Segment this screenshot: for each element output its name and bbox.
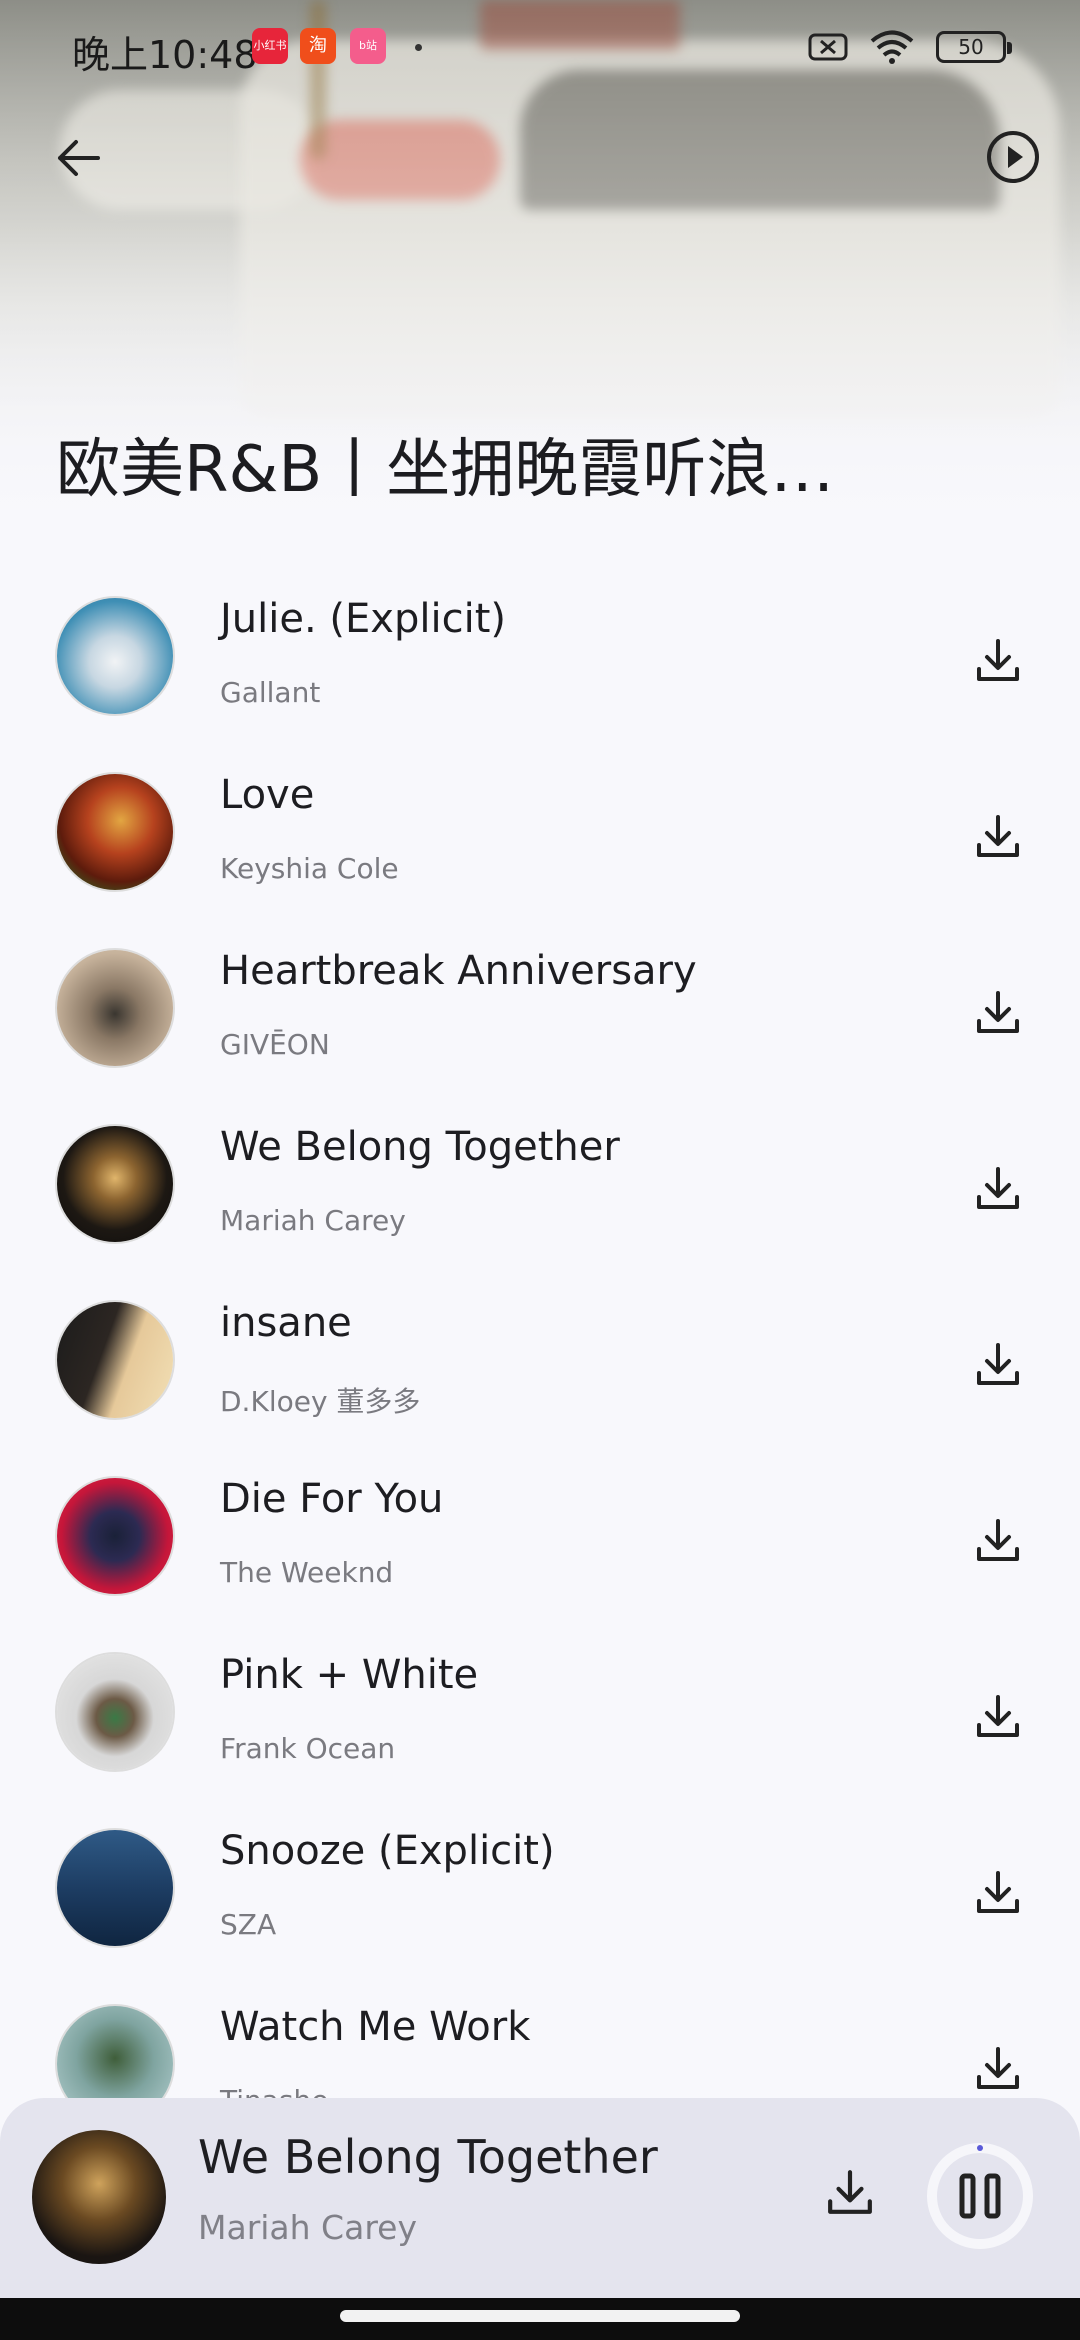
bilibili-app-icon: b站 (350, 28, 386, 64)
song-artist: Frank Ocean (220, 1732, 396, 1765)
song-row[interactable]: Pink + White Frank Ocean (0, 1636, 1080, 1812)
status-time: 晚上10:48 (72, 33, 258, 77)
play-all-button[interactable] (982, 126, 1044, 188)
now-playing-title: We Belong Together (198, 2130, 658, 2184)
download-icon (977, 991, 1019, 1033)
pause-button[interactable] (924, 2140, 1036, 2252)
song-cover (55, 1652, 175, 1772)
status-bar: 晚上10:48 小红书 淘 b站 50 (0, 0, 1080, 96)
download-icon (977, 1343, 1019, 1385)
song-row[interactable]: insane D.Kloey 董多多 (0, 1284, 1080, 1460)
song-cover (55, 1300, 175, 1420)
playlist-screen: 晚上10:48 小红书 淘 b站 50 欧美R&B丨坐拥晚霞听浪… Julie.… (0, 0, 1080, 2340)
now-playing-artist: Mariah Carey (198, 2208, 417, 2247)
song-cover (55, 948, 175, 1068)
download-icon (977, 815, 1019, 857)
download-icon (977, 2047, 1019, 2089)
song-artist: The Weeknd (220, 1556, 394, 1589)
home-indicator[interactable] (340, 2310, 740, 2322)
song-title: Heartbreak Anniversary (220, 948, 697, 994)
download-button[interactable] (968, 806, 1028, 866)
song-title: Julie. (Explicit) (220, 596, 506, 642)
download-button[interactable] (968, 982, 1028, 1042)
download-button[interactable] (968, 630, 1028, 690)
notification-dot (415, 44, 422, 51)
download-button[interactable] (968, 1686, 1028, 1746)
download-button[interactable] (968, 1334, 1028, 1394)
song-artist: Mariah Carey (220, 1204, 406, 1237)
song-title: Snooze (Explicit) (220, 1828, 555, 1874)
wifi-icon (870, 30, 914, 64)
song-artist: D.Kloey 董多多 (220, 1385, 421, 1418)
battery-indicator: 50 (936, 31, 1012, 63)
now-playing-cover[interactable] (32, 2130, 166, 2264)
taobao-app-icon: 淘 (300, 28, 336, 64)
song-artist: Keyshia Cole (220, 852, 399, 885)
download-icon (977, 1695, 1019, 1737)
arrow-left-icon (58, 140, 100, 176)
song-cover (55, 1828, 175, 1948)
play-circle-icon (987, 131, 1039, 183)
xiaohongshu-app-icon: 小红书 (252, 28, 288, 64)
song-row[interactable]: Snooze (Explicit) SZA (0, 1812, 1080, 1988)
song-cover (55, 772, 175, 892)
song-row[interactable]: We Belong Together Mariah Carey (0, 1108, 1080, 1284)
download-button[interactable] (968, 1862, 1028, 1922)
download-icon (977, 1519, 1019, 1561)
song-title: We Belong Together (220, 1124, 620, 1170)
pause-icon (927, 2143, 1033, 2249)
song-cover (55, 1476, 175, 1596)
playlist-title: 欧美R&B丨坐拥晚霞听浪… (56, 433, 835, 507)
download-icon (977, 1871, 1019, 1913)
download-icon (977, 1167, 1019, 1209)
now-playing-download-button[interactable] (818, 2160, 882, 2224)
song-title: Watch Me Work (220, 2004, 531, 2050)
mini-player[interactable]: We Belong Together Mariah Carey (0, 2098, 1080, 2298)
download-icon (828, 2170, 872, 2214)
song-title: Pink + White (220, 1652, 479, 1698)
song-artist: SZA (220, 1908, 277, 1941)
system-nav-bar (0, 2298, 1080, 2340)
back-button[interactable] (44, 124, 112, 192)
download-button[interactable] (968, 1510, 1028, 1570)
song-title: Die For You (220, 1476, 444, 1522)
song-title: insane (220, 1300, 352, 1346)
song-cover (55, 596, 175, 716)
download-button[interactable] (968, 1158, 1028, 1218)
song-row[interactable]: Die For You The Weeknd (0, 1460, 1080, 1636)
song-list: Julie. (Explicit) Gallant Love Keyshia C… (0, 580, 1080, 2164)
status-right: 50 (808, 30, 1012, 64)
song-row[interactable]: Heartbreak Anniversary GIVĒON (0, 932, 1080, 1108)
download-icon (977, 639, 1019, 681)
song-artist: GIVĒON (220, 1028, 330, 1061)
song-row[interactable]: Julie. (Explicit) Gallant (0, 580, 1080, 756)
sim-off-icon (808, 33, 848, 61)
song-title: Love (220, 772, 315, 818)
song-artist: Gallant (220, 676, 321, 709)
song-row[interactable]: Love Keyshia Cole (0, 756, 1080, 932)
song-cover (55, 1124, 175, 1244)
download-button[interactable] (968, 2038, 1028, 2098)
